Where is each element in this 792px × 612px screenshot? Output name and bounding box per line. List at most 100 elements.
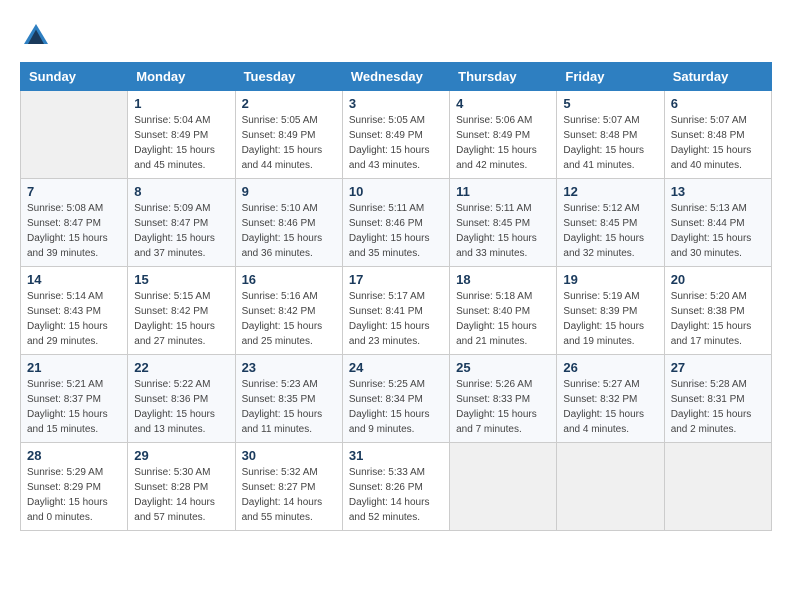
- calendar-day-cell: [21, 91, 128, 179]
- day-info: Sunrise: 5:33 AM Sunset: 8:26 PM Dayligh…: [349, 465, 443, 525]
- day-info: Sunrise: 5:29 AM Sunset: 8:29 PM Dayligh…: [27, 465, 121, 525]
- calendar-day-cell: 14 Sunrise: 5:14 AM Sunset: 8:43 PM Dayli…: [21, 267, 128, 355]
- day-number: 6: [671, 96, 765, 111]
- day-of-week-header: Tuesday: [235, 63, 342, 91]
- day-number: 28: [27, 448, 121, 463]
- day-of-week-header: Sunday: [21, 63, 128, 91]
- calendar-day-cell: [664, 443, 771, 531]
- calendar-day-cell: [557, 443, 664, 531]
- day-of-week-header: Thursday: [450, 63, 557, 91]
- calendar-day-cell: 15Sunrise: 5:15 AM Sunset: 8:42 PM Dayli…: [128, 267, 235, 355]
- calendar-day-cell: 12Sunrise: 5:12 AM Sunset: 8:45 PM Dayli…: [557, 179, 664, 267]
- day-number: 22: [134, 360, 228, 375]
- day-number: 5: [563, 96, 657, 111]
- day-number: 27: [671, 360, 765, 375]
- day-number: 2: [242, 96, 336, 111]
- day-number: 4: [456, 96, 550, 111]
- calendar-header-row: SundayMondayTuesdayWednesdayThursdayFrid…: [21, 63, 772, 91]
- day-info: Sunrise: 5:21 AM Sunset: 8:37 PM Dayligh…: [27, 377, 121, 437]
- calendar-day-cell: 10 Sunrise: 5:11 AM Sunset: 8:46 PM Dayli…: [342, 179, 449, 267]
- calendar-day-cell: 16Sunrise: 5:16 AM Sunset: 8:42 PM Dayli…: [235, 267, 342, 355]
- day-info: Sunrise: 5:13 AM Sunset: 8:44 PM Dayligh…: [671, 201, 765, 261]
- calendar-day-cell: 19 Sunrise: 5:19 AM Sunset: 8:39 PM Dayli…: [557, 267, 664, 355]
- day-info: Sunrise: 5:08 AM Sunset: 8:47 PM Dayligh…: [27, 201, 121, 261]
- day-number: 19: [563, 272, 657, 287]
- calendar-day-cell: 5 Sunrise: 5:07 AM Sunset: 8:48 PM Daylig…: [557, 91, 664, 179]
- day-number: 20: [671, 272, 765, 287]
- day-info: Sunrise: 5:07 AM Sunset: 8:48 PM Dayligh…: [671, 113, 765, 173]
- day-number: 24: [349, 360, 443, 375]
- calendar-day-cell: 11 Sunrise: 5:11 AM Sunset: 8:45 PM Dayli…: [450, 179, 557, 267]
- calendar-week-row: 7 Sunrise: 5:08 AM Sunset: 8:47 PM Daylig…: [21, 179, 772, 267]
- calendar-day-cell: 18 Sunrise: 5:18 AM Sunset: 8:40 PM Dayli…: [450, 267, 557, 355]
- day-number: 25: [456, 360, 550, 375]
- calendar-day-cell: 21 Sunrise: 5:21 AM Sunset: 8:37 PM Dayli…: [21, 355, 128, 443]
- day-number: 14: [27, 272, 121, 287]
- calendar-day-cell: 26Sunrise: 5:27 AM Sunset: 8:32 PM Dayli…: [557, 355, 664, 443]
- day-number: 21: [27, 360, 121, 375]
- day-info: Sunrise: 5:23 AM Sunset: 8:35 PM Dayligh…: [242, 377, 336, 437]
- calendar-day-cell: 2 Sunrise: 5:05 AM Sunset: 8:49 PM Daylig…: [235, 91, 342, 179]
- day-info: Sunrise: 5:14 AM Sunset: 8:43 PM Dayligh…: [27, 289, 121, 349]
- calendar-day-cell: 7 Sunrise: 5:08 AM Sunset: 8:47 PM Daylig…: [21, 179, 128, 267]
- day-info: Sunrise: 5:30 AM Sunset: 8:28 PM Dayligh…: [134, 465, 228, 525]
- day-info: Sunrise: 5:25 AM Sunset: 8:34 PM Dayligh…: [349, 377, 443, 437]
- day-number: 26: [563, 360, 657, 375]
- day-info: Sunrise: 5:04 AM Sunset: 8:49 PM Dayligh…: [134, 113, 228, 173]
- day-number: 15: [134, 272, 228, 287]
- calendar-day-cell: 31 Sunrise: 5:33 AM Sunset: 8:26 PM Dayli…: [342, 443, 449, 531]
- calendar-day-cell: 29 Sunrise: 5:30 AM Sunset: 8:28 PM Dayli…: [128, 443, 235, 531]
- calendar-day-cell: [450, 443, 557, 531]
- calendar-day-cell: 27Sunrise: 5:28 AM Sunset: 8:31 PM Dayli…: [664, 355, 771, 443]
- day-of-week-header: Wednesday: [342, 63, 449, 91]
- day-info: Sunrise: 5:32 AM Sunset: 8:27 PM Dayligh…: [242, 465, 336, 525]
- calendar-day-cell: 1 Sunrise: 5:04 AM Sunset: 8:49 PM Daylig…: [128, 91, 235, 179]
- day-number: 7: [27, 184, 121, 199]
- page-header: [20, 20, 772, 52]
- day-number: 23: [242, 360, 336, 375]
- logo: [20, 20, 56, 52]
- day-info: Sunrise: 5:09 AM Sunset: 8:47 PM Dayligh…: [134, 201, 228, 261]
- day-number: 3: [349, 96, 443, 111]
- day-number: 18: [456, 272, 550, 287]
- day-number: 30: [242, 448, 336, 463]
- day-info: Sunrise: 5:20 AM Sunset: 8:38 PM Dayligh…: [671, 289, 765, 349]
- calendar-day-cell: 20 Sunrise: 5:20 AM Sunset: 8:38 PM Dayli…: [664, 267, 771, 355]
- day-info: Sunrise: 5:05 AM Sunset: 8:49 PM Dayligh…: [349, 113, 443, 173]
- day-info: Sunrise: 5:18 AM Sunset: 8:40 PM Dayligh…: [456, 289, 550, 349]
- day-number: 8: [134, 184, 228, 199]
- calendar-day-cell: 28 Sunrise: 5:29 AM Sunset: 8:29 PM Dayli…: [21, 443, 128, 531]
- day-info: Sunrise: 5:16 AM Sunset: 8:42 PM Dayligh…: [242, 289, 336, 349]
- calendar-table: SundayMondayTuesdayWednesdayThursdayFrid…: [20, 62, 772, 531]
- day-of-week-header: Monday: [128, 63, 235, 91]
- calendar-day-cell: 23 Sunrise: 5:23 AM Sunset: 8:35 PM Dayli…: [235, 355, 342, 443]
- calendar-day-cell: 17 Sunrise: 5:17 AM Sunset: 8:41 PM Dayli…: [342, 267, 449, 355]
- day-number: 29: [134, 448, 228, 463]
- day-info: Sunrise: 5:11 AM Sunset: 8:45 PM Dayligh…: [456, 201, 550, 261]
- day-info: Sunrise: 5:05 AM Sunset: 8:49 PM Dayligh…: [242, 113, 336, 173]
- day-of-week-header: Friday: [557, 63, 664, 91]
- logo-icon: [20, 20, 52, 52]
- calendar-day-cell: 25Sunrise: 5:26 AM Sunset: 8:33 PM Dayli…: [450, 355, 557, 443]
- day-number: 1: [134, 96, 228, 111]
- day-info: Sunrise: 5:11 AM Sunset: 8:46 PM Dayligh…: [349, 201, 443, 261]
- day-of-week-header: Saturday: [664, 63, 771, 91]
- day-number: 11: [456, 184, 550, 199]
- calendar-day-cell: 3 Sunrise: 5:05 AM Sunset: 8:49 PM Daylig…: [342, 91, 449, 179]
- day-info: Sunrise: 5:17 AM Sunset: 8:41 PM Dayligh…: [349, 289, 443, 349]
- day-info: Sunrise: 5:12 AM Sunset: 8:45 PM Dayligh…: [563, 201, 657, 261]
- day-number: 9: [242, 184, 336, 199]
- day-number: 10: [349, 184, 443, 199]
- day-info: Sunrise: 5:07 AM Sunset: 8:48 PM Dayligh…: [563, 113, 657, 173]
- calendar-day-cell: 13Sunrise: 5:13 AM Sunset: 8:44 PM Dayli…: [664, 179, 771, 267]
- calendar-day-cell: 30 Sunrise: 5:32 AM Sunset: 8:27 PM Dayli…: [235, 443, 342, 531]
- calendar-day-cell: 24 Sunrise: 5:25 AM Sunset: 8:34 PM Dayli…: [342, 355, 449, 443]
- day-info: Sunrise: 5:06 AM Sunset: 8:49 PM Dayligh…: [456, 113, 550, 173]
- calendar-day-cell: 4 Sunrise: 5:06 AM Sunset: 8:49 PM Daylig…: [450, 91, 557, 179]
- day-number: 31: [349, 448, 443, 463]
- calendar-day-cell: 8 Sunrise: 5:09 AM Sunset: 8:47 PM Daylig…: [128, 179, 235, 267]
- day-info: Sunrise: 5:19 AM Sunset: 8:39 PM Dayligh…: [563, 289, 657, 349]
- day-number: 17: [349, 272, 443, 287]
- calendar-week-row: 1 Sunrise: 5:04 AM Sunset: 8:49 PM Daylig…: [21, 91, 772, 179]
- calendar-day-cell: 9Sunrise: 5:10 AM Sunset: 8:46 PM Daylig…: [235, 179, 342, 267]
